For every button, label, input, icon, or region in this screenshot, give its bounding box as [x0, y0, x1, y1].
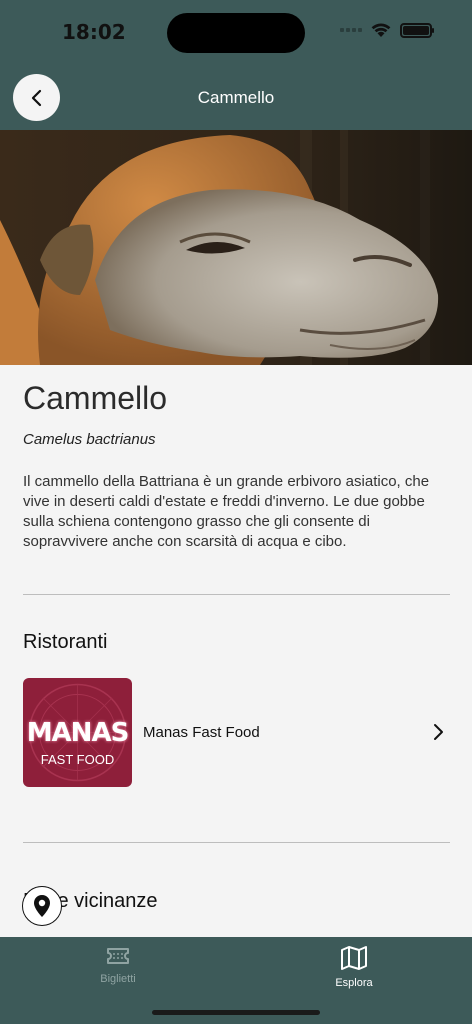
divider	[23, 842, 450, 843]
animal-detail: Cammello Camelus bactrianus Il cammello …	[0, 365, 472, 937]
location-button[interactable]	[22, 886, 62, 926]
ticket-icon	[107, 948, 129, 964]
restaurants-section-title: Ristoranti	[23, 631, 108, 653]
restaurant-logo-subtitle: FAST FOOD	[40, 752, 115, 767]
battery-icon	[400, 22, 434, 38]
wifi-icon	[371, 23, 391, 37]
restaurant-logo: MANAS FAST FOOD	[23, 678, 132, 787]
tab-esplora-label: Esplora	[335, 977, 373, 989]
status-time: 18:02	[62, 20, 126, 44]
scientific-name: Camelus bactrianus	[23, 431, 156, 448]
signal-icon	[340, 28, 362, 32]
status-bar: 18:02	[0, 0, 472, 64]
tab-esplora[interactable]: Esplora	[294, 945, 414, 995]
home-indicator	[152, 1010, 320, 1015]
dynamic-island	[167, 13, 305, 53]
chevron-right-icon	[434, 724, 443, 740]
restaurant-logo-title: MANAS	[26, 718, 130, 748]
page-title: Cammello	[197, 88, 275, 107]
animal-name: Cammello	[23, 380, 168, 416]
divider	[23, 594, 450, 595]
location-pin-icon	[34, 895, 50, 917]
restaurant-name: Manas Fast Food	[143, 724, 260, 741]
navigation-bar: Cammello	[0, 64, 472, 130]
tab-bar: Biglietti Esplora	[0, 937, 472, 1024]
animal-description: Il cammello della Battriana è un grande …	[23, 473, 430, 550]
map-icon	[341, 946, 367, 970]
restaurant-list-item[interactable]: MANAS FAST FOOD Manas Fast Food	[23, 678, 450, 788]
animal-photo	[0, 130, 472, 365]
tab-biglietti[interactable]: Biglietti	[58, 945, 178, 995]
tab-biglietti-label: Biglietti	[100, 973, 136, 985]
status-icons	[340, 22, 434, 38]
